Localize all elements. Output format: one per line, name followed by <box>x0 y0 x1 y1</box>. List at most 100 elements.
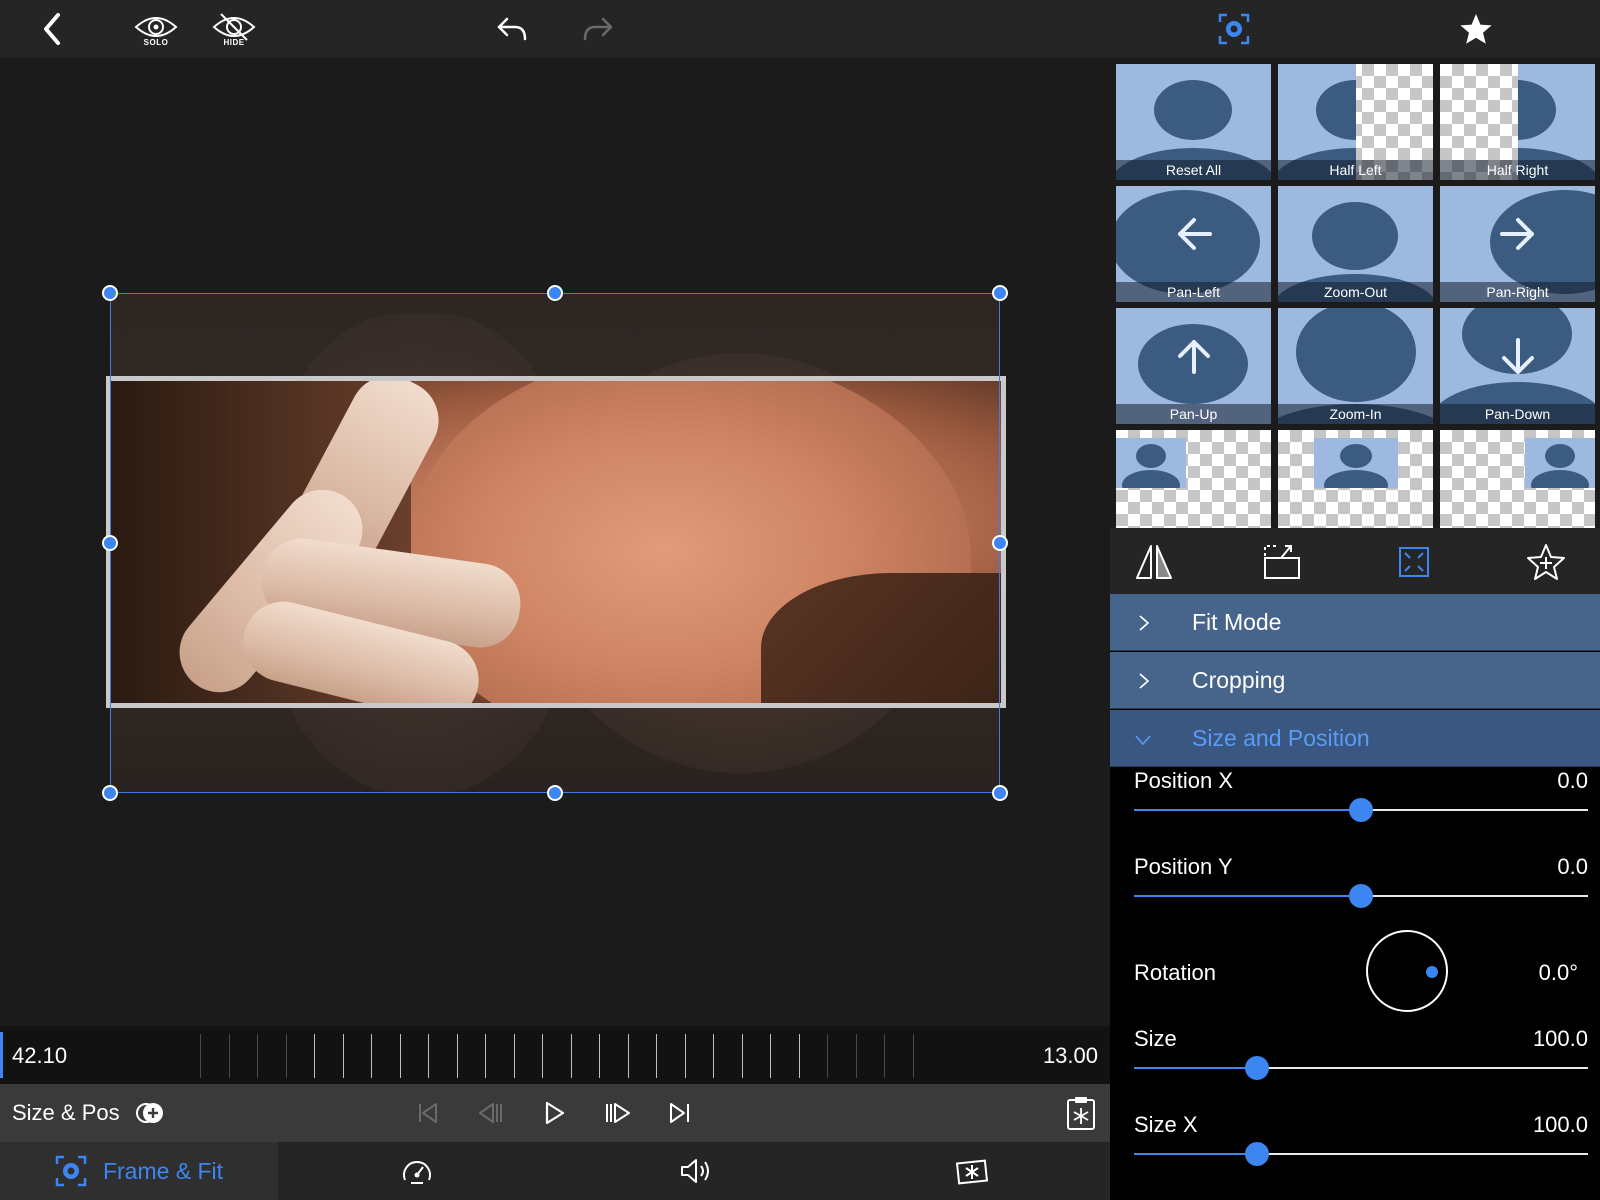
tab-audio[interactable] <box>556 1142 834 1200</box>
ruler-tick <box>228 1034 230 1078</box>
app-root: SOLO HIDE 42.10 13.00 Size & Pos Frame &… <box>0 0 1600 1200</box>
ruler-tick <box>827 1034 828 1078</box>
preset-thumbnail-top-center[interactable] <box>1278 430 1433 528</box>
solo-button[interactable]: SOLO <box>132 4 180 54</box>
hide-label: HIDE <box>223 37 245 47</box>
ruler-tick <box>627 1034 629 1078</box>
slider-thumb[interactable] <box>1349 798 1373 822</box>
arrow-right-icon <box>1499 218 1534 250</box>
resize-handle-bottom-left[interactable] <box>102 785 118 801</box>
preset-zoom-in[interactable]: Zoom-In <box>1278 308 1433 424</box>
preset-pan-right[interactable]: Pan-Right <box>1440 186 1595 302</box>
param-value[interactable]: 100.0 <box>1533 1026 1588 1052</box>
ruler-tick <box>684 1034 686 1078</box>
star-icon <box>1460 14 1492 44</box>
param-value[interactable]: 0.0° <box>1539 960 1578 986</box>
preset-pan-left[interactable]: Pan-Left <box>1116 186 1271 302</box>
hide-button[interactable]: HIDE <box>210 4 258 54</box>
param-value[interactable]: 0.0 <box>1557 854 1588 880</box>
ruler-tick <box>200 1034 201 1078</box>
resize-handle-top[interactable] <box>547 285 563 301</box>
ruler-tick <box>599 1034 600 1078</box>
resize-handle-bottom[interactable] <box>547 785 563 801</box>
crop-rotate-button[interactable] <box>1260 540 1304 584</box>
preset-thumbnail-top-left[interactable] <box>1116 430 1271 528</box>
favorites-button[interactable] <box>1458 4 1494 54</box>
param-label: Size X <box>1134 1112 1198 1137</box>
playhead-caret <box>0 1032 3 1078</box>
undo-icon <box>497 17 527 41</box>
chevron-right-icon <box>1139 673 1150 689</box>
speed-gauge-icon <box>403 1161 431 1184</box>
frame-fit-tab-button[interactable] <box>1216 4 1252 54</box>
preset-zoom-out[interactable]: Zoom-Out <box>1278 186 1433 302</box>
resize-handle-top-left[interactable] <box>102 285 118 301</box>
rotation-dial-handle[interactable] <box>1426 966 1438 978</box>
preset-label: Half Left <box>1278 160 1433 180</box>
section-fit-mode[interactable]: Fit Mode <box>1110 594 1600 651</box>
preset-label: Reset All <box>1116 160 1271 180</box>
slider-thumb[interactable] <box>1349 884 1373 908</box>
add-keyframe-button[interactable] <box>134 1097 166 1129</box>
ruler-tick <box>342 1034 344 1078</box>
play-button[interactable] <box>538 1097 570 1129</box>
resize-handle-top-right[interactable] <box>992 285 1008 301</box>
skip-to-start-button[interactable] <box>412 1097 444 1129</box>
fit-frame-icon <box>1399 547 1429 577</box>
preset-label: Pan-Left <box>1116 282 1271 302</box>
size-slider[interactable] <box>1134 1056 1588 1080</box>
inspector-toolbar <box>1110 528 1600 594</box>
section-size-and-position[interactable]: Size and Position <box>1110 710 1600 767</box>
step-forward-button[interactable] <box>602 1097 634 1129</box>
preset-half-right[interactable]: Half Right <box>1440 64 1595 180</box>
ruler-ticks <box>200 1034 920 1078</box>
preset-thumbnail-top-right[interactable] <box>1440 430 1595 528</box>
param-label: Size <box>1134 1026 1177 1051</box>
ruler-tick <box>542 1034 543 1078</box>
snapshot-button[interactable] <box>1064 1097 1098 1130</box>
ruler-tick <box>855 1034 857 1078</box>
timeline-ruler[interactable]: 42.10 13.00 <box>0 1026 1110 1084</box>
arrow-up-icon <box>1177 340 1210 374</box>
position-x-slider[interactable] <box>1134 798 1588 822</box>
undo-button[interactable] <box>494 4 530 54</box>
play-icon <box>545 1101 565 1125</box>
slider-thumb[interactable] <box>1244 1142 1269 1166</box>
preset-reset-all[interactable]: Reset All <box>1116 64 1271 180</box>
size-x-slider[interactable] <box>1134 1142 1588 1166</box>
rotation-dial[interactable] <box>1366 930 1448 1012</box>
preset-pan-down[interactable]: Pan-Down <box>1440 308 1595 424</box>
tab-speed[interactable] <box>278 1142 556 1200</box>
preset-half-left[interactable]: Half Left <box>1278 64 1433 180</box>
param-value[interactable]: 0.0 <box>1557 768 1588 794</box>
flip-button[interactable] <box>1132 540 1176 584</box>
transform-selection-box[interactable] <box>110 293 1000 793</box>
back-button[interactable] <box>34 4 70 54</box>
preset-label: Zoom-Out <box>1278 282 1433 302</box>
tab-effects[interactable] <box>834 1142 1110 1200</box>
resize-handle-right[interactable] <box>992 535 1008 551</box>
bottom-tab-bar: Frame & Fit <box>0 1142 1110 1200</box>
ruler-tick <box>884 1034 885 1078</box>
slider-thumb[interactable] <box>1244 1056 1269 1080</box>
fit-frame-button[interactable] <box>1392 540 1436 584</box>
skip-to-end-icon <box>670 1103 689 1123</box>
audio-icon <box>681 1159 709 1183</box>
tab-frame-fit[interactable]: Frame & Fit <box>0 1142 278 1200</box>
step-back-button[interactable] <box>474 1097 506 1129</box>
arrow-down-icon <box>1501 338 1534 374</box>
skip-to-end-button[interactable] <box>664 1097 696 1129</box>
ruler-tick <box>428 1034 429 1078</box>
section-title: Cropping <box>1192 667 1286 693</box>
param-value[interactable]: 100.0 <box>1533 1112 1588 1138</box>
step-back-icon <box>479 1103 502 1123</box>
redo-button[interactable] <box>580 4 616 54</box>
add-favorite-button[interactable] <box>1524 540 1568 584</box>
effects-icon <box>955 1159 989 1185</box>
resize-handle-bottom-right[interactable] <box>992 785 1008 801</box>
position-y-slider[interactable] <box>1134 884 1588 908</box>
section-cropping[interactable]: Cropping <box>1110 652 1600 709</box>
resize-handle-left[interactable] <box>102 535 118 551</box>
transport-bar: Size & Pos <box>0 1084 1110 1142</box>
preset-pan-up[interactable]: Pan-Up <box>1116 308 1271 424</box>
